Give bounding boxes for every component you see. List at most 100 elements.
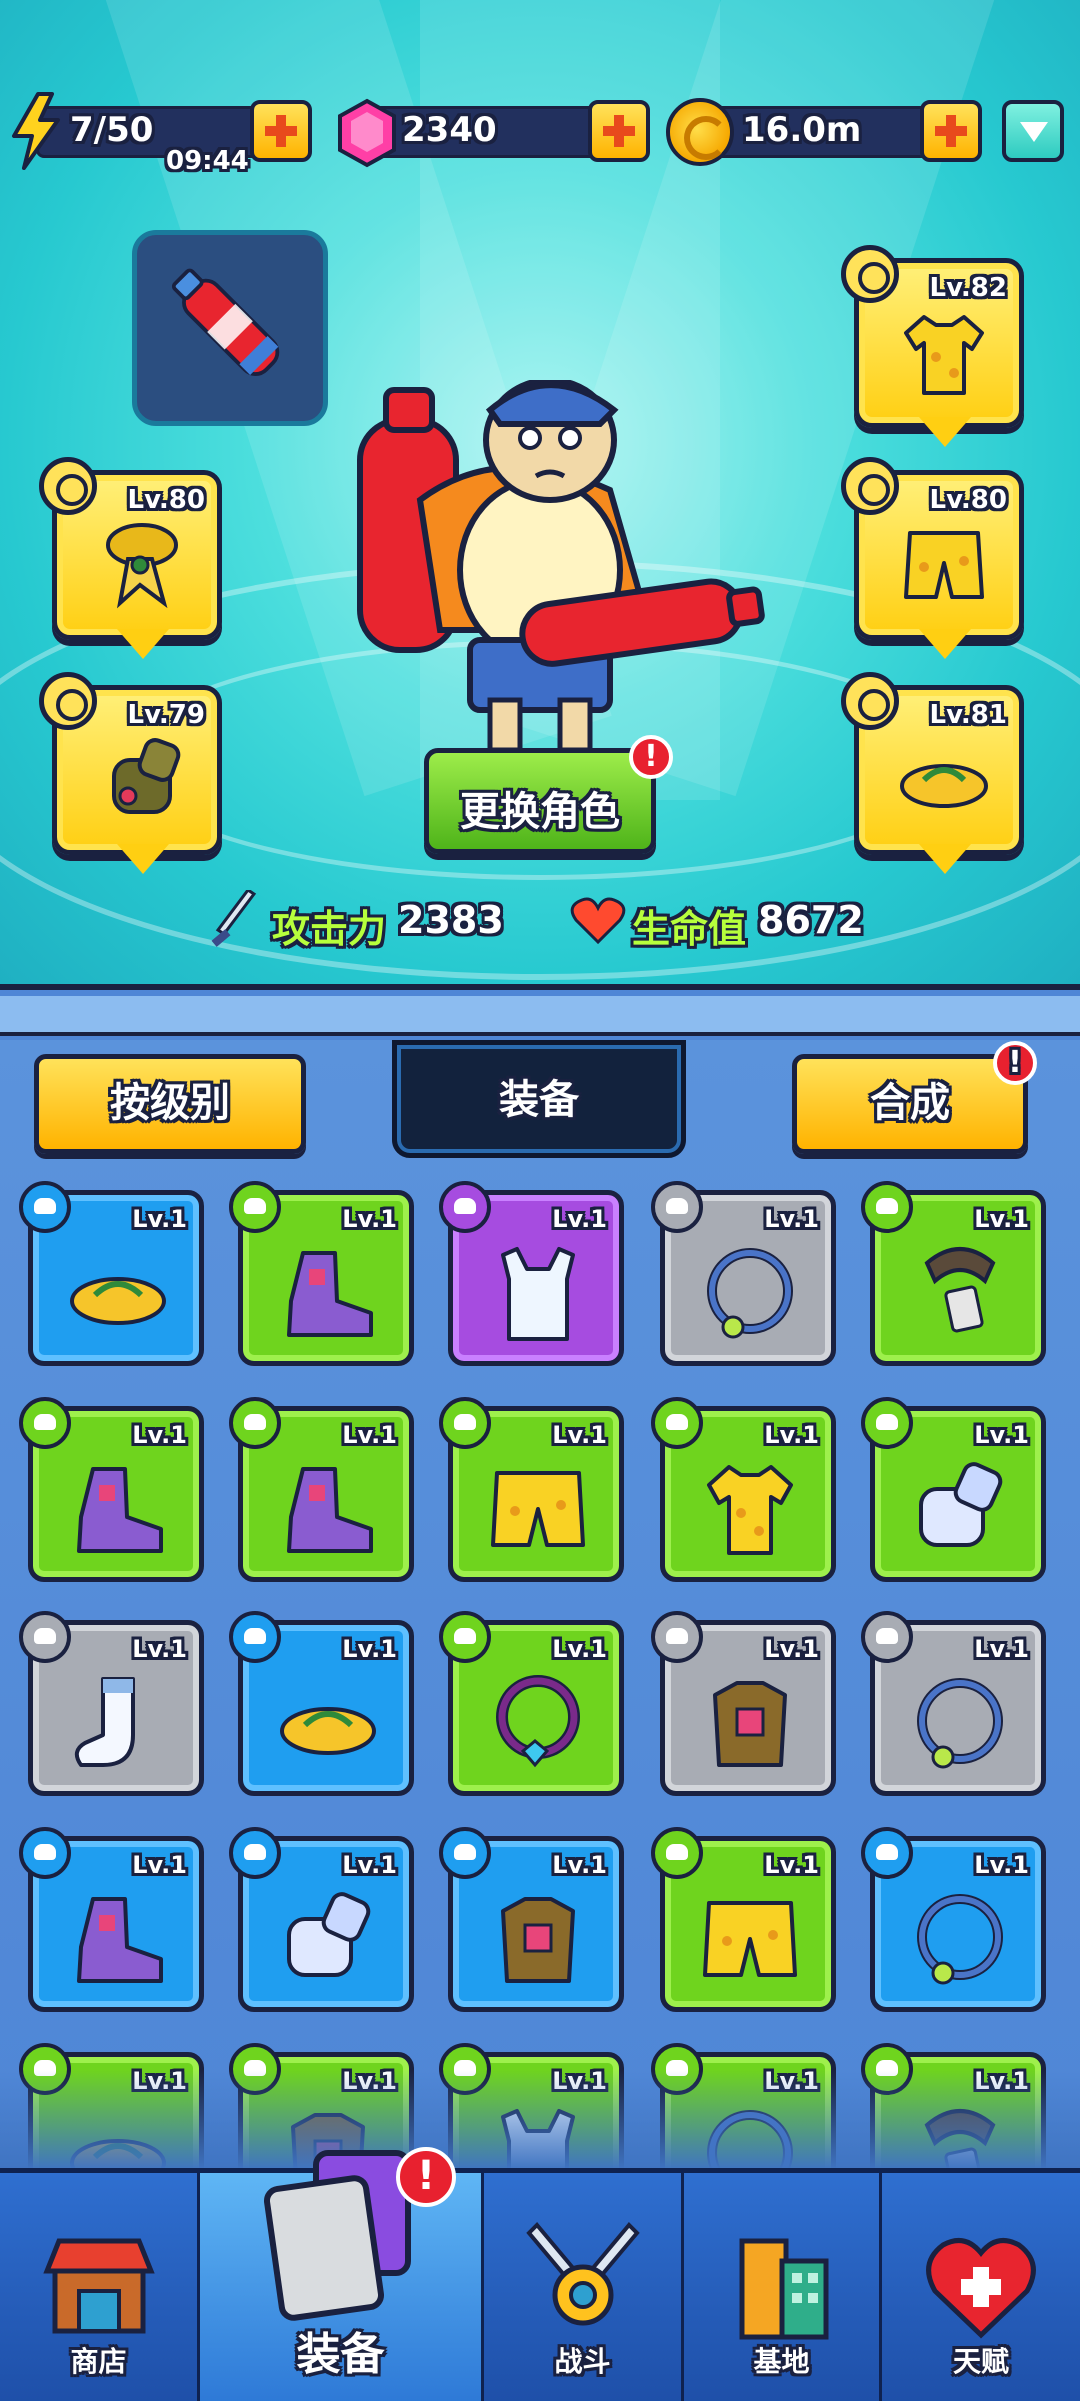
equipment-item-card[interactable]: Lv.1 — [439, 1397, 624, 1582]
category-icon — [861, 1611, 913, 1663]
nav-shop[interactable]: 商店 — [0, 2173, 200, 2401]
item-level: Lv.1 — [552, 1421, 607, 1449]
nav-equipment[interactable]: ! 装备 — [200, 2147, 484, 2401]
category-icon — [651, 1827, 703, 1879]
sandal-icon — [280, 1707, 376, 1755]
sword-icon — [211, 890, 257, 947]
glove-icon — [919, 1462, 1003, 1547]
sandal-icon — [70, 1277, 166, 1325]
coin-counter: 16.0m — [0, 98, 1000, 166]
shirt-icon — [904, 315, 984, 395]
equipment-item-card[interactable]: Lv.1 — [19, 1611, 204, 1796]
shorts-category-icon — [841, 457, 899, 515]
item-level: Lv.1 — [764, 1851, 819, 1879]
equipment-item-card[interactable]: Lv.1 — [651, 1611, 836, 1796]
change-character-button[interactable]: 更换角色 ! — [424, 735, 673, 854]
item-level: Lv.1 — [342, 1421, 397, 1449]
equip-slot-shirt[interactable]: Lv.82 — [841, 245, 1024, 447]
tank-top-icon — [501, 1247, 575, 1341]
coin-icon — [666, 98, 734, 166]
building-icon — [739, 2238, 828, 2340]
nav-talent[interactable]: 天赋 — [882, 2173, 1080, 2401]
item-level: Lv.1 — [342, 1635, 397, 1663]
category-icon — [651, 1181, 703, 1233]
category-icon — [19, 1181, 71, 1233]
category-icon — [229, 1611, 281, 1663]
equip-slot-necklace[interactable]: Lv.80 — [39, 457, 222, 659]
category-icon — [229, 1181, 281, 1233]
equipment-item-card[interactable]: Lv.1 — [19, 1397, 204, 1582]
heart-shield-icon — [926, 2238, 1036, 2339]
item-level: Lv.1 — [974, 1635, 1029, 1663]
shop-icon — [42, 2238, 155, 2334]
equipment-item-card[interactable]: Lv.1 — [439, 1611, 624, 1796]
nav-battle-label: 战斗 — [554, 2345, 611, 2378]
item-level: Lv.1 — [132, 1635, 187, 1663]
scarf-icon — [106, 523, 178, 609]
item-level: Lv.1 — [552, 1635, 607, 1663]
shorts-icon — [491, 1471, 585, 1547]
category-icon — [19, 1611, 71, 1663]
equipment-item-card[interactable]: Lv.1 — [19, 1827, 204, 2012]
item-level: Lv.1 — [342, 1205, 397, 1233]
equipment-item-card[interactable]: Lv.1 — [439, 1827, 624, 2012]
sort-by-level-button[interactable]: 按级别 — [34, 1054, 306, 1154]
heart-icon — [570, 897, 626, 945]
boot-icon — [287, 1467, 373, 1553]
equip-slot-shoes[interactable]: Lv.81 — [841, 672, 1024, 874]
equipment-item-card[interactable]: Lv.1 — [229, 1827, 414, 2012]
nav-equipment-label: 装备 — [296, 2329, 385, 2380]
equipment-item-card[interactable]: Lv.1 — [229, 1397, 414, 1582]
item-level: Lv.1 — [132, 1851, 187, 1879]
equip-slot-shorts[interactable]: Lv.80 — [841, 457, 1024, 659]
bottom-nav: 商店 ! 装备 战斗 基地 天赋 — [0, 2147, 1080, 2401]
boot-icon — [77, 1897, 163, 1983]
boot-icon — [287, 1251, 373, 1337]
equipment-item-card[interactable]: Lv.1 — [861, 1611, 1046, 1796]
equipment-item-card[interactable]: Lv.1 — [439, 1181, 624, 1366]
equipment-alert-icon: ! — [396, 2147, 456, 2207]
slot-level: Lv.80 — [127, 485, 205, 515]
nav-base-label: 基地 — [753, 2345, 810, 2378]
category-icon — [19, 1827, 71, 1879]
equipment-item-card[interactable]: Lv.1 — [651, 1181, 836, 1366]
nav-base[interactable]: 基地 — [684, 2173, 882, 2401]
nav-battle[interactable]: 战斗 — [484, 2173, 684, 2401]
inventory-panel: 按级别 装备 合成 ! Lv.1 Lv.1 Lv.1 Lv.1 Lv.1 Lv.1 Lv.1… — [0, 1040, 1080, 2228]
grid-fade — [0, 2070, 1080, 2170]
equipment-item-card[interactable]: Lv.1 — [229, 1611, 414, 1796]
hero-panel: 7/50 09:44 2340 16.0m Lv.80 Lv.79 Lv.82 … — [0, 0, 1080, 990]
nav-talent-label: 天赋 — [952, 2345, 1009, 2378]
item-level: Lv.1 — [132, 1205, 187, 1233]
item-level: Lv.1 — [974, 1421, 1029, 1449]
equipment-item-card[interactable]: Lv.1 — [651, 1827, 836, 2012]
item-level: Lv.1 — [552, 1205, 607, 1233]
necklace-tag-icon — [924, 1247, 996, 1333]
equip-slot-glove[interactable]: Lv.79 — [39, 672, 222, 874]
equipment-item-card[interactable]: Lv.1 — [229, 1181, 414, 1366]
category-icon — [651, 1611, 703, 1663]
equipment-item-card[interactable]: Lv.1 — [861, 1827, 1046, 2012]
nav-shop-label: 商店 — [70, 2345, 127, 2378]
merge-button[interactable]: 合成 ! — [792, 1041, 1037, 1154]
boot-icon — [77, 1467, 163, 1553]
shorts-icon — [703, 1901, 797, 1977]
equipment-item-card[interactable]: Lv.1 — [861, 1181, 1046, 1366]
category-icon — [229, 1397, 281, 1449]
equipment-item-card[interactable]: Lv.1 — [19, 1181, 204, 1366]
change-character-label: 更换角色 — [460, 789, 620, 835]
slot-level: Lv.82 — [929, 273, 1007, 303]
equipment-item-card[interactable]: Lv.1 — [861, 1397, 1046, 1582]
shirt-category-icon — [841, 245, 899, 303]
item-level: Lv.1 — [552, 1851, 607, 1879]
consumable-slot[interactable] — [132, 230, 328, 426]
gem-necklace-icon — [496, 1675, 580, 1768]
dropdown-menu-button[interactable] — [1002, 100, 1064, 162]
shirt-icon — [707, 1465, 793, 1555]
add-coins-button[interactable] — [920, 100, 982, 162]
equipment-item-card[interactable]: Lv.1 — [651, 1397, 836, 1582]
coin-value: 16.0m — [742, 110, 862, 150]
glove-icon — [112, 738, 181, 814]
hp-label: 生命值 — [632, 907, 747, 951]
necklace-icon — [707, 1248, 793, 1339]
